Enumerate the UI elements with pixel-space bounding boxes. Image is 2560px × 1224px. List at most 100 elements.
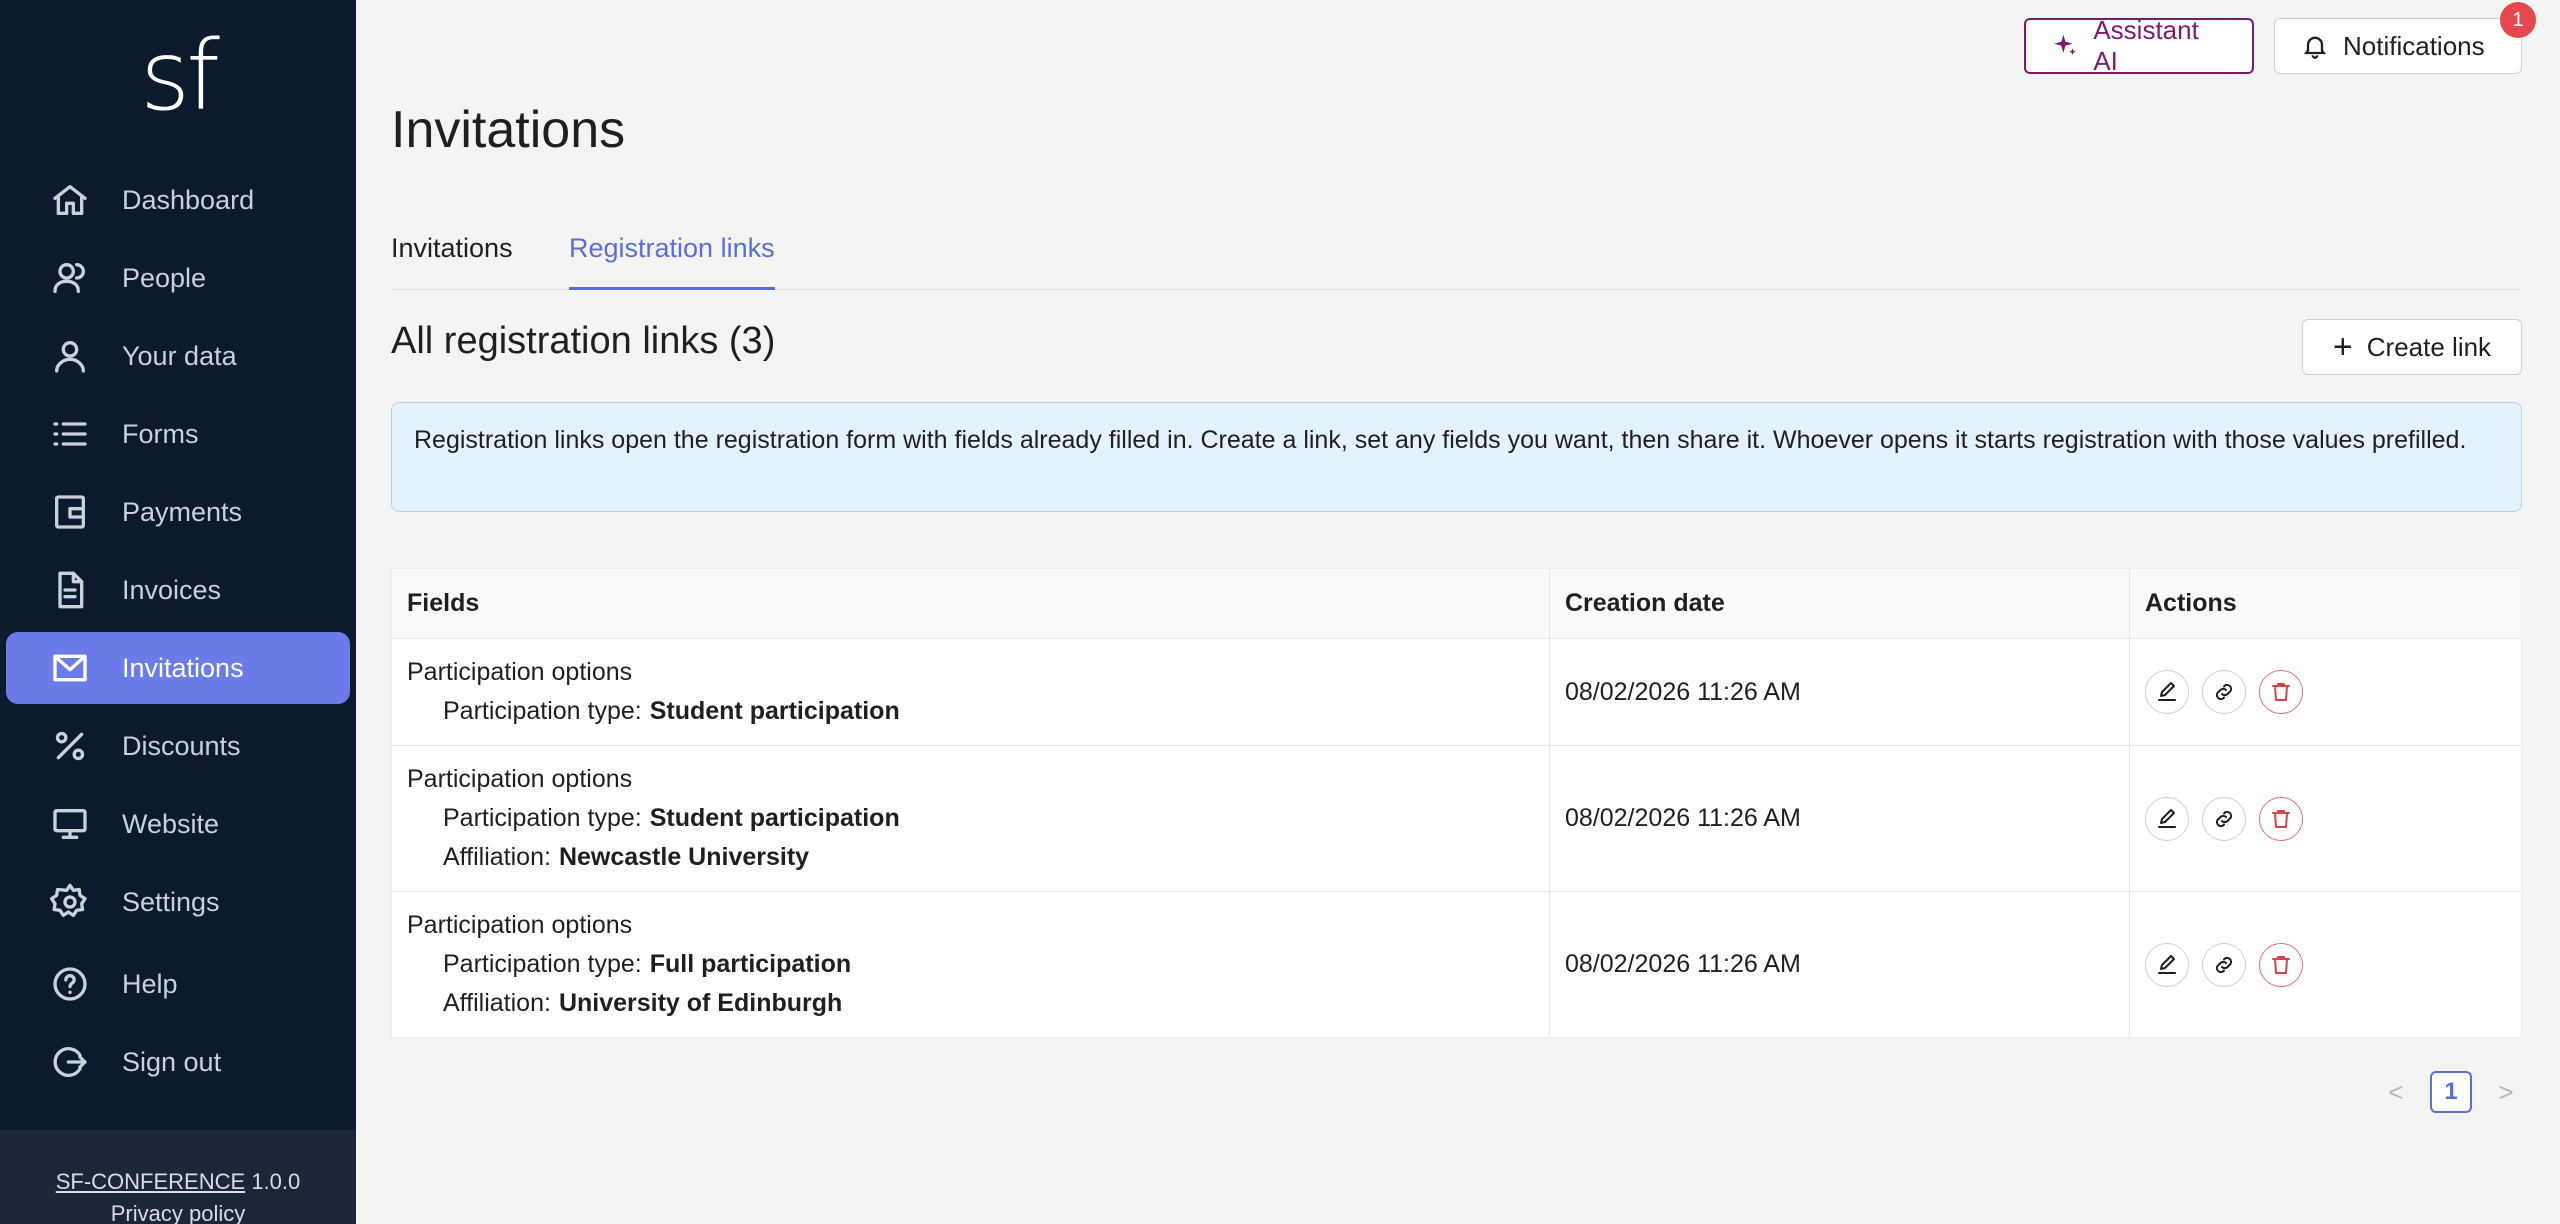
monitor-icon (48, 802, 92, 846)
creation-date-cell: 08/02/2026 11:26 AM (1550, 892, 2130, 1037)
column-header-actions: Actions (2145, 589, 2237, 617)
tab-bar: Invitations Registration links (391, 228, 2522, 290)
field-value: Student participation (649, 697, 900, 725)
sidebar-item-label: Website (122, 808, 220, 839)
sidebar-item-label: Settings (122, 886, 220, 917)
delete-button[interactable] (2259, 942, 2303, 987)
field-line: Affiliation: Newcastle University (407, 838, 1549, 877)
link-icon (2215, 810, 2233, 827)
page-number-button[interactable]: 1 (2430, 1071, 2472, 1113)
edit-button[interactable] (2145, 942, 2189, 987)
home-icon (48, 178, 92, 222)
sidebar-item-label: Dashboard (122, 184, 255, 215)
copy-link-button[interactable] (2202, 942, 2246, 987)
people-icon (48, 256, 92, 300)
create-link-button[interactable]: + Create link (2302, 319, 2522, 375)
wallet-icon (48, 490, 92, 534)
sidebar-item-label: Forms (122, 418, 199, 449)
app-logo[interactable]: sf (0, 28, 356, 124)
product-link[interactable]: SF-CONFERENCE (56, 1169, 245, 1194)
section-title: All registration links (3) (391, 320, 776, 362)
field-line: Participation type: Student participation (407, 799, 1549, 838)
creation-date-cell: 08/02/2026 11:26 AM (1550, 746, 2130, 891)
tab-registration-links[interactable]: Registration links (569, 228, 775, 290)
edit-button[interactable] (2145, 796, 2189, 841)
field-group-label: Participation options (407, 658, 633, 686)
table-row: Participation options Participation type… (392, 639, 2521, 746)
sidebar-footer: SF-CONFERENCE 1.0.0 Privacy policy (0, 1130, 356, 1224)
product-version: SF-CONFERENCE 1.0.0 (0, 1166, 356, 1198)
field-line: Participation type: Student participation (407, 692, 1549, 731)
sidebar-item-people[interactable]: People (6, 242, 350, 314)
pencil-icon (2158, 808, 2176, 828)
sidebar-item-label: Your data (122, 340, 237, 371)
field-label: Affiliation: (443, 843, 551, 871)
registration-links-table: Fields Creation date Actions Participati… (391, 568, 2522, 1038)
pencil-icon (2158, 954, 2176, 974)
trash-icon (2272, 683, 2290, 701)
link-icon (2215, 956, 2233, 973)
sidebar-item-label: Payments (122, 496, 243, 527)
info-banner: Registration links open the registration… (391, 402, 2522, 512)
field-label: Participation type: (443, 804, 642, 832)
pagination: < 1 > (2384, 1071, 2518, 1113)
help-icon (48, 962, 92, 1006)
field-label: Participation type: (443, 950, 642, 978)
table-row: Participation options Participation type… (392, 892, 2521, 1037)
next-page-button[interactable]: > (2494, 1077, 2518, 1108)
link-icon (2215, 683, 2233, 701)
sidebar-nav: Dashboard People Your data Forms Payment… (0, 164, 356, 1104)
list-icon (48, 412, 92, 456)
sidebar-item-website[interactable]: Website (6, 788, 350, 860)
sidebar-item-your-data[interactable]: Your data (6, 320, 350, 392)
edit-button[interactable] (2145, 670, 2189, 714)
sidebar-item-payments[interactable]: Payments (6, 476, 350, 548)
pencil-icon (2158, 682, 2176, 701)
sparkle-icon (2054, 34, 2076, 56)
sidebar-item-invitations[interactable]: Invitations (6, 632, 350, 704)
sidebar-item-discounts[interactable]: Discounts (6, 710, 350, 782)
assistant-ai-label: Assistant AI (2093, 15, 2199, 76)
create-link-label: Create link (2366, 331, 2492, 362)
mail-icon (48, 646, 92, 690)
actions-cell (2130, 639, 2521, 745)
sidebar-item-sign-out[interactable]: Sign out (6, 1026, 350, 1098)
actions-cell (2130, 746, 2521, 891)
sidebar-item-label: Invoices (122, 574, 222, 605)
notifications-label: Notifications (2343, 30, 2485, 61)
copy-link-button[interactable] (2202, 670, 2246, 714)
field-line: Participation type: Full participation (407, 945, 1549, 984)
gear-icon (48, 880, 92, 924)
field-label: Affiliation: (443, 989, 551, 1017)
sidebar-item-invoices[interactable]: Invoices (6, 554, 350, 626)
notifications-button[interactable]: Notifications (2274, 18, 2522, 74)
sidebar: sf Dashboard People Your data Forms Paym… (0, 0, 356, 1224)
copy-link-button[interactable] (2202, 796, 2246, 841)
document-icon (48, 568, 92, 612)
sidebar-item-dashboard[interactable]: Dashboard (6, 164, 350, 236)
sidebar-item-help[interactable]: Help (6, 948, 350, 1020)
delete-button[interactable] (2259, 796, 2303, 841)
sidebar-item-settings[interactable]: Settings (6, 866, 350, 938)
fields-cell: Participation options Participation type… (392, 639, 1550, 745)
prev-page-button[interactable]: < (2384, 1077, 2408, 1108)
fields-cell: Participation options Participation type… (392, 892, 1550, 1037)
sidebar-item-label: Help (122, 968, 178, 999)
version-label: 1.0.0 (251, 1169, 301, 1194)
percent-icon (48, 724, 92, 768)
user-icon (48, 334, 92, 378)
assistant-ai-button[interactable]: Assistant AI (2024, 15, 2254, 76)
trash-icon (2272, 955, 2290, 974)
sidebar-item-forms[interactable]: Forms (6, 398, 350, 470)
field-group-label: Participation options (407, 911, 633, 939)
sidebar-item-label: Invitations (122, 652, 244, 683)
privacy-policy-link[interactable]: Privacy policy (0, 1198, 356, 1224)
table-row: Participation options Participation type… (392, 746, 2521, 892)
tab-invitations[interactable]: Invitations (391, 228, 513, 290)
field-label: Participation type: (443, 697, 642, 725)
column-header-creation-date: Creation date (1550, 569, 2130, 638)
delete-button[interactable] (2259, 670, 2303, 714)
actions-cell (2130, 892, 2521, 1037)
field-value: Student participation (649, 804, 900, 832)
page-title: Invitations (391, 101, 626, 159)
